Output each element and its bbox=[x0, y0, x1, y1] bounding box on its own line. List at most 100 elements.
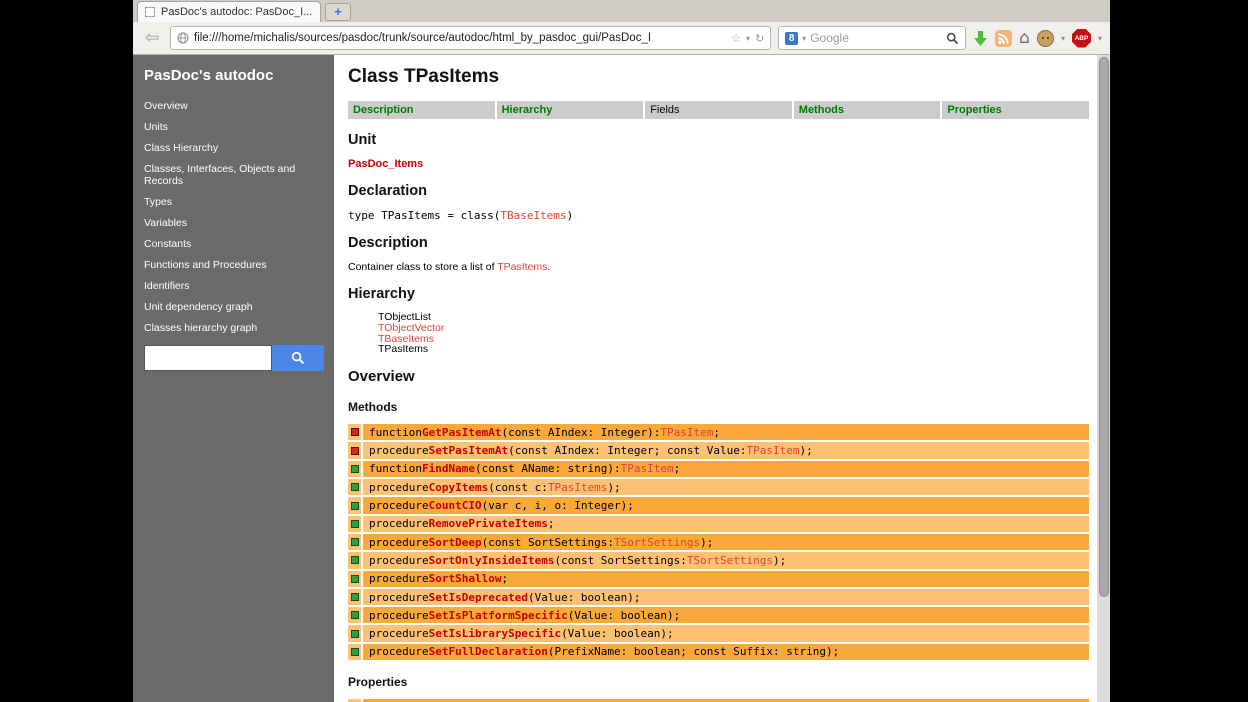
code-segment: (const SortSettings: bbox=[554, 554, 686, 567]
greasemonkey-icon[interactable] bbox=[1037, 30, 1054, 47]
code-segment[interactable]: CopyItems bbox=[429, 481, 489, 494]
hierarchy-item[interactable]: TBaseItems bbox=[378, 334, 1089, 345]
google-engine-icon[interactable]: 8 bbox=[785, 32, 798, 45]
code-segment[interactable]: TPasItem bbox=[621, 462, 674, 475]
reload-icon[interactable]: ↻ bbox=[755, 32, 764, 45]
code-segment: (Value: boolean); bbox=[568, 609, 681, 622]
sidebar-item-3[interactable]: Classes, Interfaces, Objects and Records bbox=[144, 163, 324, 187]
search-bar[interactable]: 8 ▾ Google bbox=[778, 26, 966, 50]
search-icon bbox=[291, 351, 305, 365]
public-square-icon bbox=[351, 502, 359, 510]
sidebar-item-6[interactable]: Constants bbox=[144, 238, 324, 250]
code-segment[interactable]: SetPasItemAt bbox=[429, 444, 508, 457]
code-segment[interactable]: SortOnlyInsideItems bbox=[429, 554, 555, 567]
scrollbar-thumb[interactable] bbox=[1099, 57, 1109, 597]
code-segment: procedure bbox=[369, 499, 429, 512]
section-nav-table: DescriptionHierarchyFieldsMethodsPropert… bbox=[348, 101, 1089, 119]
hierarchy-list: TObjectListTObjectVectorTBaseItemsTPasIt… bbox=[378, 312, 1089, 355]
search-icon[interactable] bbox=[946, 32, 959, 45]
table-row: procedure SortShallow; bbox=[348, 571, 1089, 587]
sidebar-item-4[interactable]: Types bbox=[144, 196, 324, 208]
url-text[interactable]: file:///home/michalis/sources/pasdoc/tru… bbox=[194, 32, 726, 44]
sidebar-item-10[interactable]: Classes hierarchy graph bbox=[144, 322, 324, 334]
code-segment[interactable]: SortDeep bbox=[429, 536, 482, 549]
code-segment: procedure bbox=[369, 517, 429, 530]
greasemonkey-dropdown-icon[interactable]: ▾ bbox=[1061, 34, 1065, 43]
bookmark-star-icon[interactable]: ☆ bbox=[731, 32, 741, 45]
sidebar-item-2[interactable]: Class Hierarchy bbox=[144, 142, 324, 154]
sidebar-item-1[interactable]: Units bbox=[144, 121, 324, 133]
nav-tab-properties[interactable]: Properties bbox=[942, 101, 1089, 119]
sidebar-search-button[interactable] bbox=[272, 345, 324, 371]
code-segment[interactable]: TSortSettings bbox=[614, 536, 700, 549]
code-segment: (const SortSettings: bbox=[482, 536, 614, 549]
code-segment[interactable]: SetIsPlatformSpecific bbox=[429, 609, 568, 622]
rss-icon[interactable] bbox=[995, 30, 1012, 47]
sidebar-item-0[interactable]: Overview bbox=[144, 100, 324, 112]
code-segment[interactable]: GetPasItemAt bbox=[422, 426, 501, 439]
code-cell: procedure SetIsPlatformSpecific(Value: b… bbox=[363, 607, 1089, 623]
code-segment[interactable]: SortShallow bbox=[429, 572, 502, 585]
code-segment[interactable]: SetIsLibrarySpecific bbox=[429, 627, 561, 640]
code-segment: procedure bbox=[369, 627, 429, 640]
table-row: procedure SetPasItemAt(const AIndex: Int… bbox=[348, 442, 1089, 458]
code-segment: (const c: bbox=[488, 481, 548, 494]
sidebar-title: PasDoc's autodoc bbox=[144, 67, 324, 84]
overview-heading: Overview bbox=[348, 368, 1089, 385]
table-row: procedure SetIsPlatformSpecific(Value: b… bbox=[348, 607, 1089, 623]
home-icon[interactable]: ⌂ bbox=[1019, 28, 1030, 48]
code-segment[interactable]: SetIsDeprecated bbox=[429, 591, 528, 604]
hierarchy-item[interactable]: TObjectVector bbox=[378, 323, 1089, 334]
nav-tab-description[interactable]: Description bbox=[348, 101, 495, 119]
adblock-icon[interactable]: ABP bbox=[1072, 29, 1091, 48]
hierarchy-item: TPasItems bbox=[378, 344, 1089, 355]
table-row: function GetPasItemAt(const AIndex: Inte… bbox=[348, 424, 1089, 440]
adblock-dropdown-icon[interactable]: ▾ bbox=[1098, 34, 1102, 43]
visibility-cell bbox=[348, 534, 361, 550]
url-dropdown-icon[interactable]: ▾ bbox=[746, 34, 750, 43]
code-segment[interactable]: TBaseItems bbox=[500, 209, 566, 222]
new-tab-button[interactable]: + bbox=[325, 3, 351, 21]
code-segment: ); bbox=[607, 481, 620, 494]
url-bar[interactable]: file:///home/michalis/sources/pasdoc/tru… bbox=[170, 26, 771, 50]
code-segment[interactable]: TPasItems bbox=[548, 481, 608, 494]
hierarchy-item: TObjectList bbox=[378, 312, 1089, 323]
public-square-icon bbox=[351, 556, 359, 564]
code-cell: function GetPasItemAt(const AIndex: Inte… bbox=[363, 424, 1089, 440]
nav-tab-methods[interactable]: Methods bbox=[794, 101, 941, 119]
table-row: procedure SetIsDeprecated(Value: boolean… bbox=[348, 589, 1089, 605]
code-segment[interactable]: TPasItem bbox=[747, 444, 800, 457]
sidebar-item-5[interactable]: Variables bbox=[144, 217, 324, 229]
browser-tab[interactable]: PasDoc's autodoc: PasDoc_I... bbox=[137, 1, 321, 22]
code-segment: ; bbox=[501, 572, 508, 585]
browser-window: PasDoc's autodoc: PasDoc_I... + ⇦ file:/… bbox=[133, 0, 1110, 702]
code-segment[interactable]: TPasItem bbox=[660, 426, 713, 439]
code-segment: procedure bbox=[369, 645, 429, 658]
public-square-icon bbox=[351, 630, 359, 638]
public-square-icon bbox=[351, 465, 359, 473]
code-segment[interactable]: TPasItems bbox=[497, 261, 547, 273]
sidebar: PasDoc's autodoc Overview Units Class Hier… bbox=[133, 55, 334, 702]
search-placeholder[interactable]: Google bbox=[810, 31, 942, 45]
code-segment[interactable]: FindName bbox=[422, 462, 475, 475]
vertical-scrollbar[interactable] bbox=[1097, 55, 1110, 702]
code-segment: ); bbox=[773, 554, 786, 567]
nav-tab-hierarchy[interactable]: Hierarchy bbox=[497, 101, 644, 119]
properties-heading: Properties bbox=[348, 675, 1089, 689]
code-segment[interactable]: TSortSettings bbox=[687, 554, 773, 567]
unit-link[interactable]: PasDoc_Items bbox=[348, 158, 1089, 170]
code-segment: procedure bbox=[369, 536, 429, 549]
code-segment[interactable]: CountCIO bbox=[429, 499, 482, 512]
sidebar-item-8[interactable]: Identifiers bbox=[144, 280, 324, 292]
code-segment: ; bbox=[674, 462, 681, 475]
download-icon[interactable] bbox=[973, 30, 988, 47]
sidebar-item-9[interactable]: Unit dependency graph bbox=[144, 301, 324, 313]
visibility-cell bbox=[348, 552, 361, 568]
code-segment[interactable]: RemovePrivateItems bbox=[429, 517, 548, 530]
code-cell: procedure SetIsLibrarySpecific(Value: bo… bbox=[363, 625, 1089, 641]
sidebar-search-input[interactable] bbox=[144, 345, 272, 371]
back-button-icon[interactable]: ⇦ bbox=[141, 30, 163, 47]
code-segment[interactable]: SetFullDeclaration bbox=[429, 645, 548, 658]
engine-dropdown-icon[interactable]: ▾ bbox=[802, 34, 806, 43]
sidebar-item-7[interactable]: Functions and Procedures bbox=[144, 259, 324, 271]
